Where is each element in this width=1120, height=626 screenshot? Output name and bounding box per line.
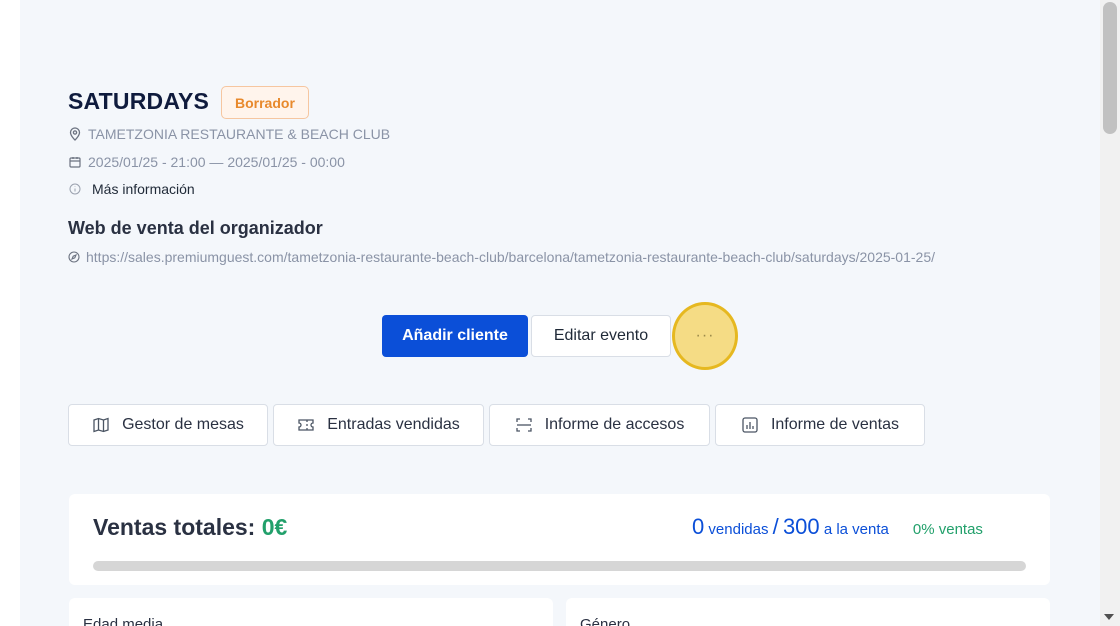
tickets-sold-label: Entradas vendidas xyxy=(327,416,460,433)
available-word: a la venta xyxy=(823,521,889,538)
location-pin-icon xyxy=(68,127,82,141)
tickets-sold-button[interactable]: Entradas vendidas xyxy=(273,404,484,446)
status-badge: Borrador xyxy=(221,86,309,119)
access-report-label: Informe de accesos xyxy=(544,416,685,433)
total-sales-value: 0€ xyxy=(261,514,288,540)
more-info-link[interactable]: Más información xyxy=(92,181,195,197)
table-manager-button[interactable]: Gestor de mesas xyxy=(68,404,268,446)
organizer-web-url-row[interactable]: https://sales.premiumguest.com/tametzoni… xyxy=(68,244,1058,271)
sold-separator: / xyxy=(772,514,779,539)
sold-summary: 0 vendidas / 300 a la venta 0% ventas xyxy=(692,514,983,540)
gender-title: Género xyxy=(580,616,631,626)
event-title: SATURDAYS xyxy=(68,88,210,114)
info-icon xyxy=(68,182,82,196)
compass-icon xyxy=(68,245,80,263)
more-info-row[interactable]: Más información xyxy=(68,181,195,197)
scrollbar-thumb[interactable] xyxy=(1103,2,1117,134)
bar-chart-icon xyxy=(741,416,759,434)
organizer-web-title: Web de venta del organizador xyxy=(68,218,323,238)
sold-word: vendidas xyxy=(708,521,769,538)
total-sales: Ventas totales: 0€ xyxy=(93,514,287,541)
vertical-scrollbar[interactable] xyxy=(1100,0,1120,626)
gender-card: Género xyxy=(566,598,1050,626)
more-options-button[interactable]: ··· xyxy=(672,302,738,370)
event-dates: 2025/01/25 - 21:00 — 2025/01/25 - 00:00 xyxy=(88,154,345,170)
venue-row: TAMETZONIA RESTAURANTE & BEACH CLUB xyxy=(68,126,390,142)
sales-progress-bar xyxy=(93,561,1026,571)
table-manager-label: Gestor de mesas xyxy=(122,416,244,433)
sold-count: 0 xyxy=(692,514,705,539)
ticket-icon xyxy=(297,416,315,434)
available-count: 300 xyxy=(782,514,820,539)
dates-row: 2025/01/25 - 21:00 — 2025/01/25 - 00:00 xyxy=(68,154,345,170)
scroll-down-arrow[interactable] xyxy=(1104,614,1114,620)
access-report-button[interactable]: Informe de accesos xyxy=(489,404,710,446)
add-client-button[interactable]: Añadir cliente xyxy=(382,315,528,357)
sales-percent: 0% ventas xyxy=(912,521,983,538)
average-age-card: Edad media xyxy=(69,598,553,626)
scan-icon xyxy=(515,416,533,434)
sales-report-label: Informe de ventas xyxy=(770,416,900,433)
calendar-icon xyxy=(68,155,82,169)
organizer-web-url[interactable]: https://sales.premiumguest.com/tametzoni… xyxy=(86,249,935,265)
edit-event-button[interactable]: Editar evento xyxy=(531,315,671,357)
venue-name: TAMETZONIA RESTAURANTE & BEACH CLUB xyxy=(88,126,391,142)
average-age-title: Edad media xyxy=(83,616,164,626)
sales-report-button[interactable]: Informe de ventas xyxy=(715,404,925,446)
map-icon xyxy=(92,416,110,434)
total-sales-label: Ventas totales: xyxy=(93,514,256,540)
